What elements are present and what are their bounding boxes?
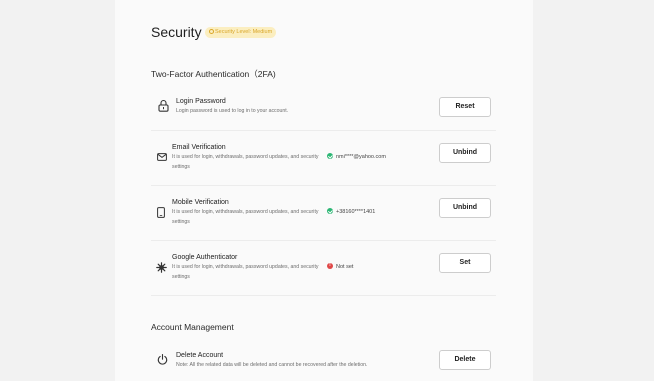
google-authenticator-name: Google Authenticator xyxy=(172,254,238,261)
email-verification-name: Email Verification xyxy=(172,144,226,151)
lock-icon xyxy=(158,99,169,112)
mobile-status: +38160****1401 xyxy=(327,208,375,215)
check-icon xyxy=(327,153,333,159)
mobile-verification-description: It is used for login, withdrawals, passw… xyxy=(172,209,319,225)
delete-account-row: Delete Account Note: All the related dat… xyxy=(151,344,496,381)
warning-icon xyxy=(327,262,333,269)
unbind-email-button[interactable]: Unbind xyxy=(439,143,491,163)
authenticator-icon xyxy=(156,262,167,273)
login-password-name: Login Password xyxy=(176,98,226,105)
power-icon xyxy=(157,354,168,365)
login-password-description: Login password is used to log in to your… xyxy=(176,108,289,114)
set-authenticator-button[interactable]: Set xyxy=(439,253,491,273)
email-verification-row: Email Verification It is used for login,… xyxy=(151,131,496,186)
mail-icon xyxy=(157,153,167,161)
reset-button[interactable]: Reset xyxy=(439,97,491,117)
delete-account-button[interactable]: Delete xyxy=(439,350,491,370)
mobile-verification-row: Mobile Verification It is used for login… xyxy=(151,186,496,241)
email-verification-description: It is used for login, withdrawals, passw… xyxy=(172,154,319,170)
two-factor-heading: Two-Factor Authentication（2FA) xyxy=(151,69,276,79)
mobile-status-value: +38160****1401 xyxy=(336,209,376,215)
login-password-row: Login Password Login password is used to… xyxy=(151,86,496,131)
phone-icon xyxy=(157,207,165,218)
delete-account-description: Note: All the related data will be delet… xyxy=(176,362,368,368)
unbind-mobile-button[interactable]: Unbind xyxy=(439,198,491,218)
page-title: Security xyxy=(151,24,202,40)
delete-account-name: Delete Account xyxy=(176,352,224,359)
shield-icon xyxy=(209,28,214,34)
google-authenticator-row: Google Authenticator It is used for logi… xyxy=(151,241,496,296)
authenticator-status-value: Not set xyxy=(336,264,354,270)
check-icon xyxy=(327,208,333,214)
google-authenticator-description: It is used for login, withdrawals, passw… xyxy=(172,264,319,280)
authenticator-status: Not set xyxy=(327,262,354,270)
mobile-verification-name: Mobile Verification xyxy=(172,199,229,206)
email-status-value: nmi****@yahoo.com xyxy=(336,154,386,160)
security-level-label: Security Level: Medium xyxy=(215,29,273,35)
email-status: nmi****@yahoo.com xyxy=(327,153,386,160)
security-level-badge: Security Level: Medium xyxy=(205,27,277,38)
account-management-heading: Account Management xyxy=(151,322,234,332)
